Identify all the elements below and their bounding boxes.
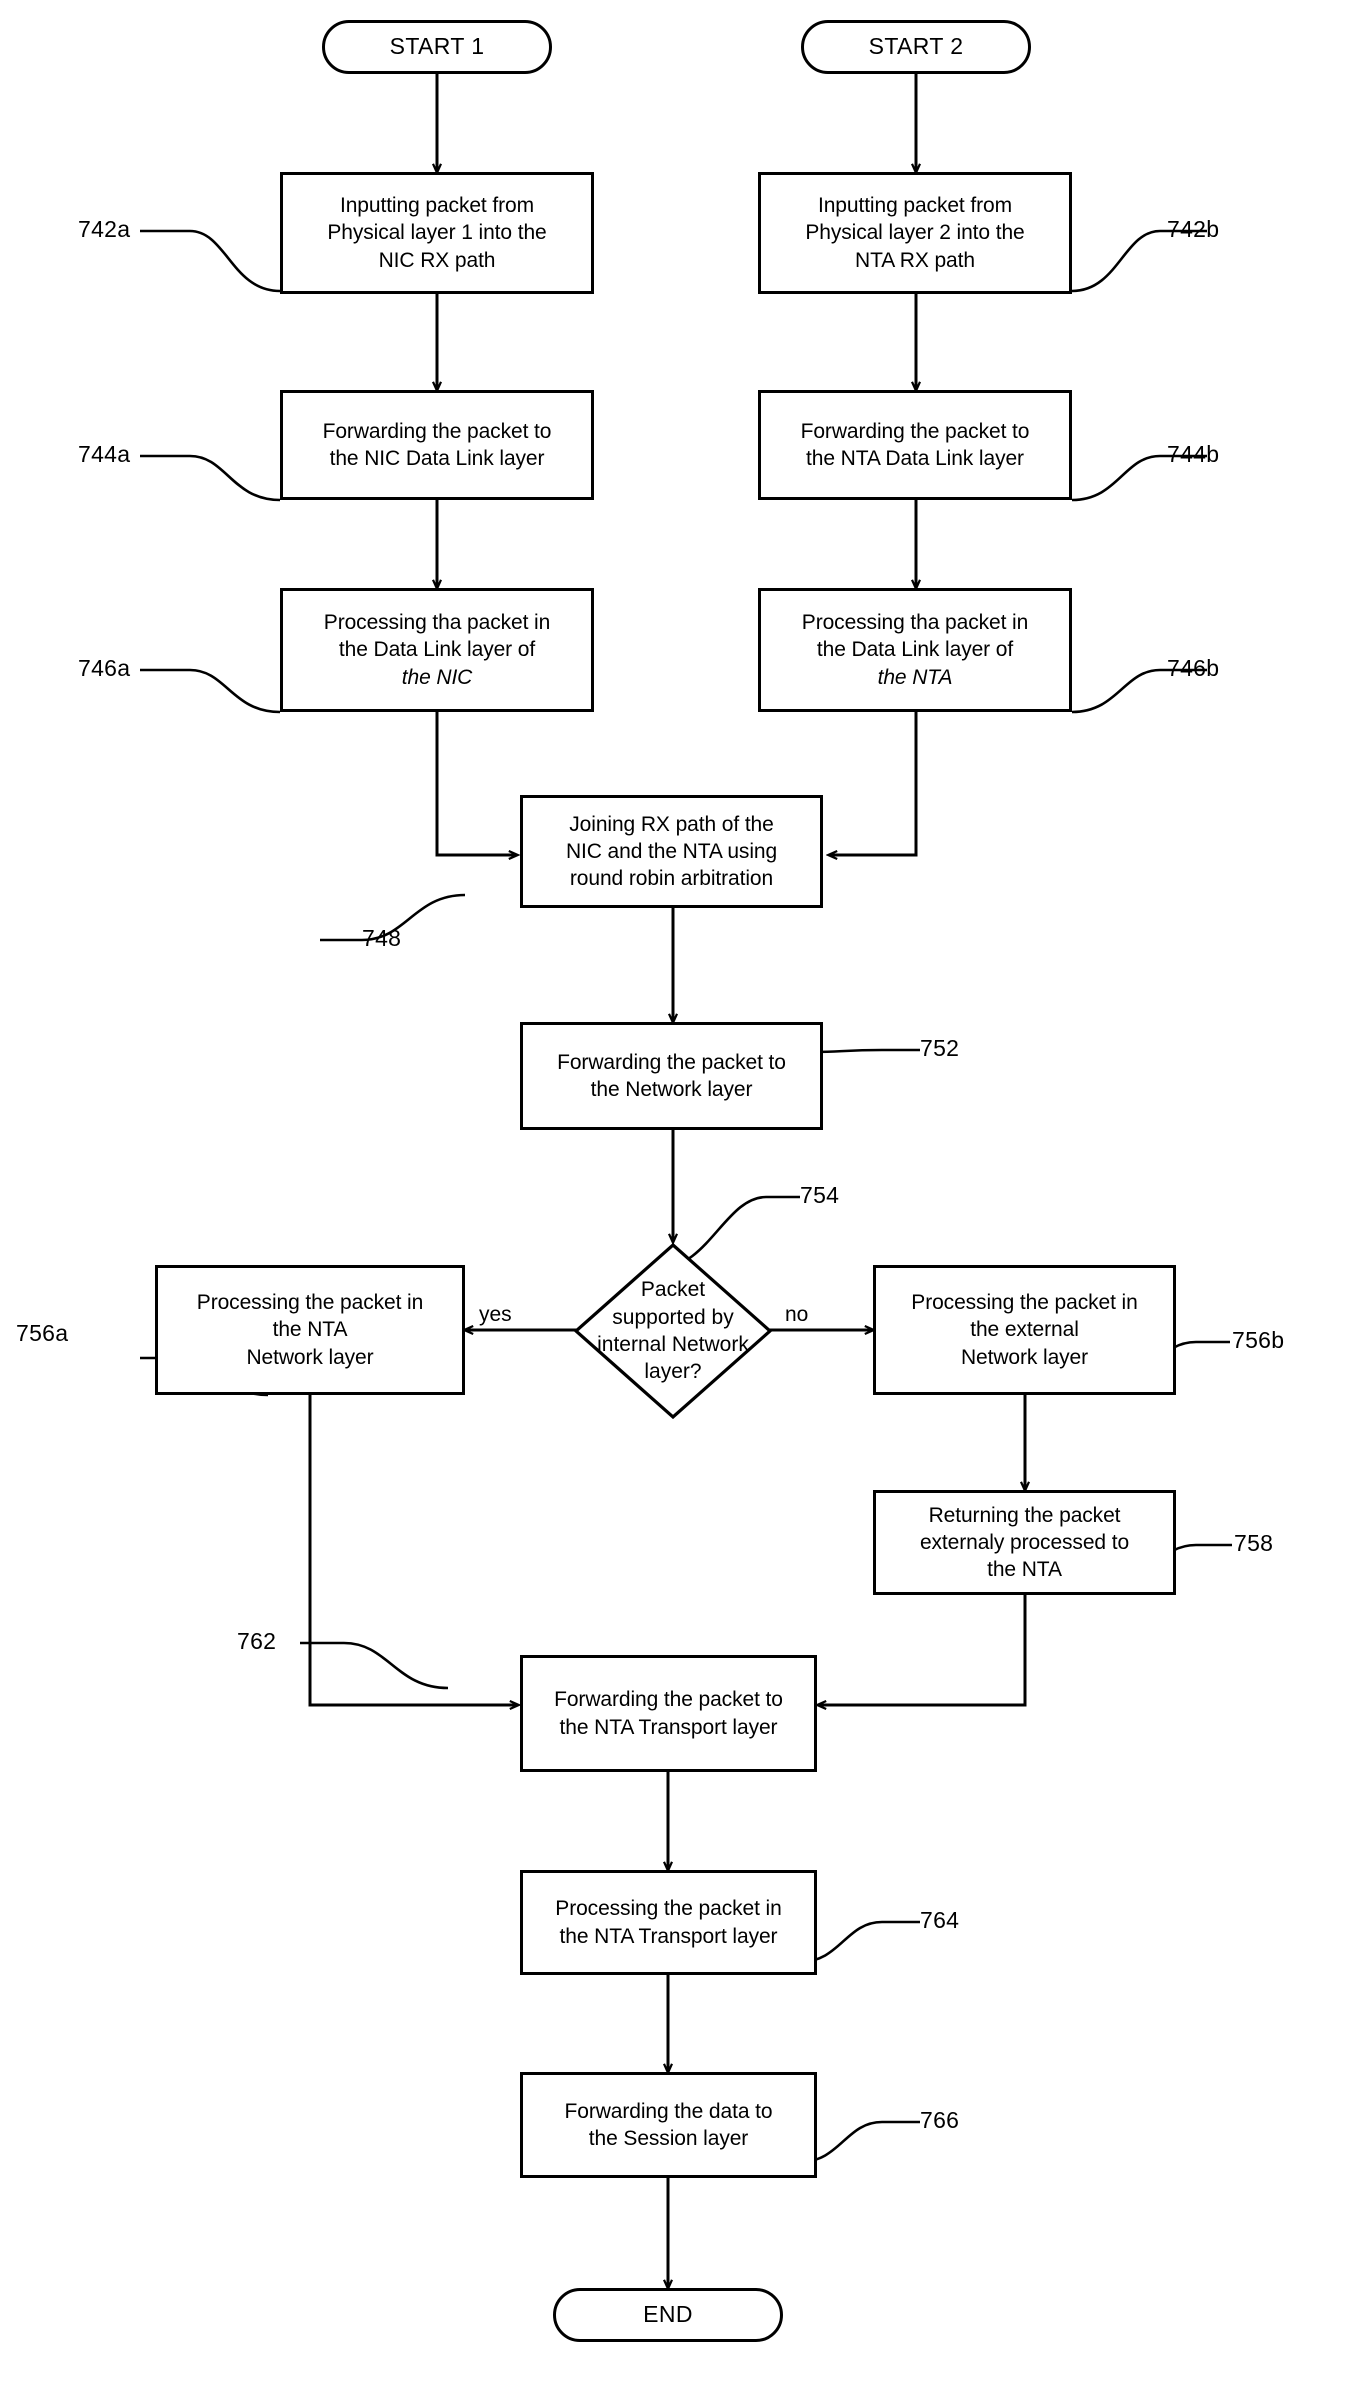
ref-744b: 744b bbox=[1167, 441, 1220, 467]
process-746a: Processing tha packet in the Data Link l… bbox=[280, 588, 594, 712]
process-752: Forwarding the packet to the Network lay… bbox=[520, 1022, 823, 1130]
process-742b-text: Inputting packet from Physical layer 2 i… bbox=[805, 194, 1025, 272]
ref-752: 752 bbox=[920, 1035, 960, 1061]
decision-754: Packet supported by internal Network lay… bbox=[573, 1242, 773, 1420]
start-1-terminator: START 1 bbox=[322, 20, 552, 74]
end-label: END bbox=[643, 2301, 693, 2328]
start-2-label: START 2 bbox=[868, 33, 964, 60]
process-766: Forwarding the data to the Session layer bbox=[520, 2072, 817, 2178]
process-748-text: Joining RX path of the NIC and the NTA u… bbox=[565, 812, 778, 891]
process-742b: Inputting packet from Physical layer 2 i… bbox=[758, 172, 1072, 294]
ref-764: 764 bbox=[920, 1907, 960, 1933]
ref-746b: 746b bbox=[1167, 655, 1220, 681]
flowchart-page: START 1 START 2 END Inputting packet fro… bbox=[0, 0, 1353, 2391]
process-766-text: Forwarding the data to the Session layer bbox=[564, 2099, 773, 2150]
ref-756b: 756b bbox=[1232, 1327, 1285, 1353]
ref-746a: 746a bbox=[78, 655, 131, 681]
process-756b-text: Processing the packet in the external Ne… bbox=[911, 1291, 1138, 1369]
ref-748: 748 bbox=[362, 925, 402, 951]
start-1-label: START 1 bbox=[389, 33, 485, 60]
decision-754-text: Packet supported by internal Network lay… bbox=[597, 1278, 749, 1384]
edge-label-no: no bbox=[785, 1303, 809, 1326]
process-756a: Processing the packet in the NTA Network… bbox=[155, 1265, 465, 1395]
process-744b-text: Forwarding the packet to the NTA Data Li… bbox=[800, 419, 1030, 470]
start-2-terminator: START 2 bbox=[801, 20, 1031, 74]
ref-758: 758 bbox=[1234, 1530, 1274, 1556]
ref-744a: 744a bbox=[78, 441, 131, 467]
process-762-text: Forwarding the packet to the NTA Transpo… bbox=[554, 1688, 783, 1739]
process-746b: Processing tha packet in the Data Link l… bbox=[758, 588, 1072, 712]
process-744a: Forwarding the packet to the NIC Data Li… bbox=[280, 390, 594, 500]
end-terminator: END bbox=[553, 2288, 783, 2342]
ref-742a: 742a bbox=[78, 216, 131, 242]
ref-766: 766 bbox=[920, 2107, 960, 2133]
process-742a-text: Inputting packet from Physical layer 1 i… bbox=[327, 194, 547, 272]
process-746b-text: Processing tha packet in the Data Link l… bbox=[801, 611, 1029, 689]
edge-label-yes: yes bbox=[479, 1303, 512, 1326]
connector-layer bbox=[140, 74, 1232, 2391]
ref-756a: 756a bbox=[16, 1320, 69, 1346]
process-758: Returning the packet externaly processed… bbox=[873, 1490, 1176, 1595]
ref-742b: 742b bbox=[1167, 216, 1220, 242]
ref-754: 754 bbox=[800, 1182, 840, 1208]
process-752-text: Forwarding the packet to the Network lay… bbox=[557, 1050, 786, 1101]
process-762: Forwarding the packet to the NTA Transpo… bbox=[520, 1655, 817, 1772]
process-744a-text: Forwarding the packet to the NIC Data Li… bbox=[322, 419, 552, 470]
process-748: Joining RX path of the NIC and the NTA u… bbox=[520, 795, 823, 908]
process-758-text: Returning the packet externaly processed… bbox=[919, 1503, 1130, 1582]
process-764: Processing the packet in the NTA Transpo… bbox=[520, 1870, 817, 1975]
ref-762: 762 bbox=[237, 1628, 277, 1654]
process-756b: Processing the packet in the external Ne… bbox=[873, 1265, 1176, 1395]
process-746a-text: Processing tha packet in the Data Link l… bbox=[323, 611, 551, 689]
process-742a: Inputting packet from Physical layer 1 i… bbox=[280, 172, 594, 294]
process-744b: Forwarding the packet to the NTA Data Li… bbox=[758, 390, 1072, 500]
process-756a-text: Processing the packet in the NTA Network… bbox=[196, 1291, 424, 1369]
process-764-text: Processing the packet in the NTA Transpo… bbox=[555, 1897, 782, 1948]
